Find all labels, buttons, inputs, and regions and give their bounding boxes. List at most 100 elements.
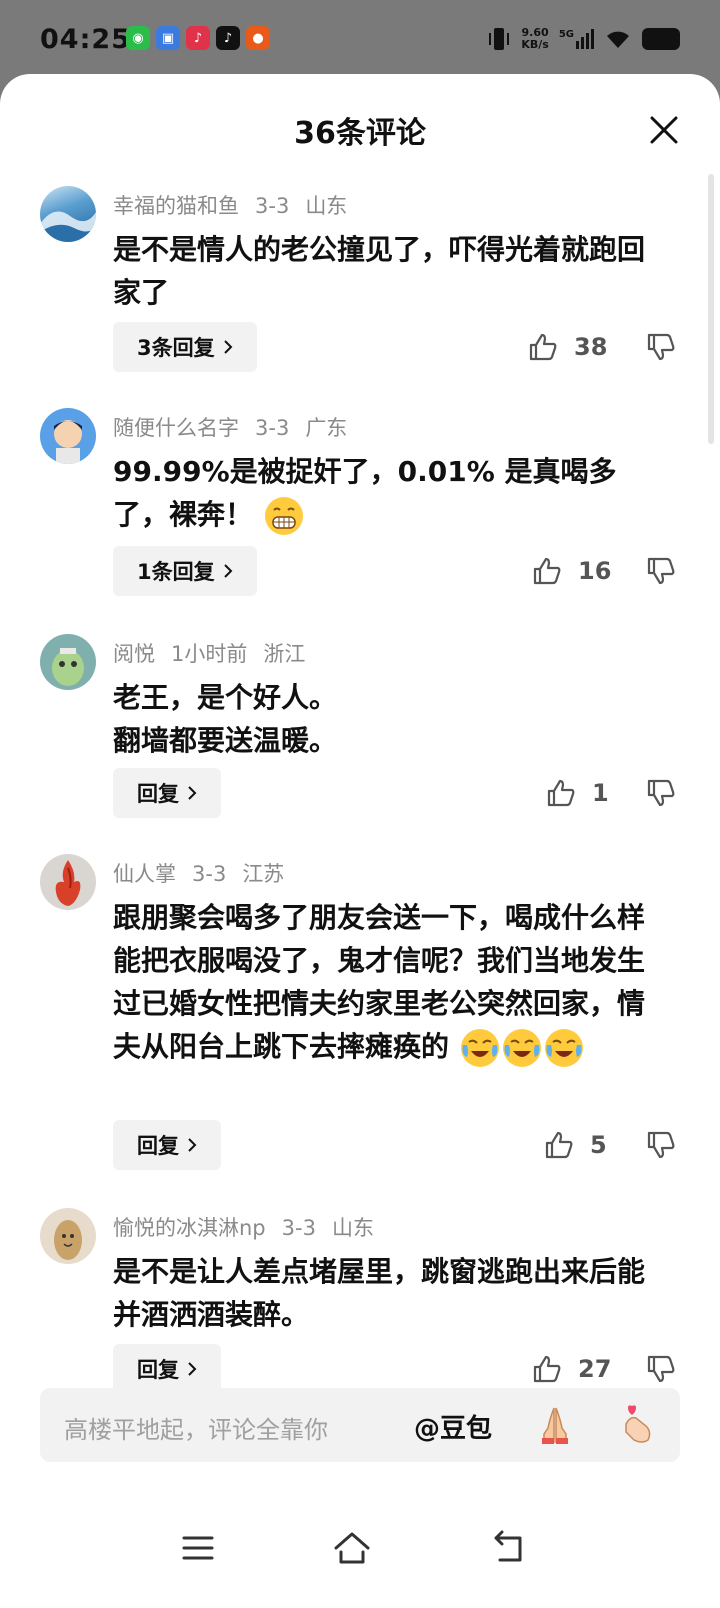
reply-label: 回复: [137, 1134, 179, 1158]
tears-of-joy-emoji-icon: [502, 1029, 541, 1067]
comments-title: 36条评论: [294, 116, 426, 151]
thumb-down-icon[interactable]: [646, 778, 676, 808]
comment-text: 是不是情人的老公撞见了，吓得光着就跑回家了: [113, 233, 646, 309]
thumb-up-icon: [533, 557, 561, 585]
like-count: 38: [574, 333, 608, 361]
status-time: 04:25: [40, 24, 131, 55]
thumb-up-icon: [529, 333, 557, 361]
vibrate-icon: [489, 28, 510, 50]
comment-item: 愉悦的冰淇淋np 3-3 山东 是不是让人差点堵屋里，跳窗逃跑出来后能并酒洒酒装醉。…: [0, 1208, 720, 1408]
chevron-right-icon: [188, 1362, 197, 1376]
comment-item: 阅悦 1小时前 浙江 老王，是个好人。 翻墙都要送温暖。 回复 1: [0, 634, 720, 834]
tears-of-joy-emoji-icon: [544, 1029, 583, 1067]
comment-region: 浙江: [263, 642, 306, 666]
back-icon[interactable]: [488, 1528, 528, 1568]
tiktok-icon: ♪: [216, 26, 240, 50]
like-count: 16: [578, 557, 612, 585]
comment-item: 随便什么名字 3-3 广东 99.99%是被捉奸了，0.01% 是真喝多了，裸奔！ …: [0, 408, 720, 618]
comment-input[interactable]: 高楼平地起，评论全靠你 @豆包: [40, 1388, 680, 1462]
game-icon: ●: [246, 26, 270, 50]
battery-icon: [642, 28, 680, 50]
comment-region: 广东: [305, 416, 348, 440]
chevron-right-icon: [223, 564, 233, 578]
cell-signal-icon: 5G: [559, 29, 594, 49]
reply-label: 回复: [137, 1358, 179, 1382]
reply-label: 1条回复: [137, 560, 215, 584]
finger-heart-icon[interactable]: [616, 1402, 660, 1446]
reply-button[interactable]: 回复: [113, 1344, 221, 1394]
comment-list[interactable]: 幸福的猫和鱼 3-3 山东 是不是情人的老公撞见了，吓得光着就跑回家了 3条回复 3…: [0, 182, 720, 1482]
reply-label: 回复: [137, 782, 179, 806]
close-icon[interactable]: [648, 114, 680, 146]
tears-of-joy-emoji-icon: [460, 1029, 499, 1067]
network-type: 5G: [558, 29, 574, 40]
comment-date: 1小时前: [171, 642, 248, 666]
thumb-down-icon[interactable]: [646, 556, 676, 586]
reply-button[interactable]: 1条回复: [113, 546, 257, 596]
comment-username[interactable]: 随便什么名字: [113, 416, 239, 440]
mention-button[interactable]: @豆包: [414, 1408, 492, 1445]
comment-text: 跟朋聚会喝多了朋友会送一下，喝成什么样能把衣服喝没了，鬼才信呢？我们当地发生过已…: [113, 896, 653, 1069]
thumb-up-icon: [547, 779, 575, 807]
chevron-right-icon: [188, 786, 197, 800]
chevron-right-icon: [223, 340, 233, 354]
like-count: 5: [590, 1131, 607, 1159]
avatar[interactable]: [40, 634, 96, 690]
comment-username[interactable]: 愉悦的冰淇淋np: [113, 1216, 266, 1240]
avatar[interactable]: [40, 186, 96, 242]
avatar[interactable]: [40, 854, 96, 910]
like-button[interactable]: 16: [532, 556, 611, 586]
sheet-header: 36条评论: [0, 74, 720, 184]
comment-meta: 阅悦 1小时前 浙江: [113, 638, 321, 668]
reply-button[interactable]: 回复: [113, 768, 221, 818]
comment-item: 幸福的猫和鱼 3-3 山东 是不是情人的老公撞见了，吓得光着就跑回家了 3条回复 3…: [0, 186, 720, 386]
comment-meta: 幸福的猫和鱼 3-3 山东: [113, 190, 363, 220]
menu-icon[interactable]: [178, 1528, 218, 1568]
chevron-right-icon: [188, 1138, 197, 1152]
comment-date: 3-3: [281, 1216, 316, 1240]
app-icon: ▣: [156, 26, 180, 50]
net-speed: 9.60 KB/s: [521, 27, 548, 51]
comment-username[interactable]: 幸福的猫和鱼: [113, 194, 239, 218]
comment-text: 99.99%是被捉奸了，0.01% 是真喝多了，裸奔！: [113, 450, 653, 537]
comment-username[interactable]: 阅悦: [113, 642, 155, 666]
comment-text-line: 老王，是个好人。: [113, 681, 338, 714]
comment-username[interactable]: 仙人掌: [113, 862, 176, 886]
comment-region: 山东: [305, 194, 348, 218]
comment-meta: 随便什么名字 3-3 广东: [113, 412, 363, 442]
praying-hands-icon[interactable]: [534, 1404, 576, 1446]
like-button[interactable]: 1: [546, 778, 609, 808]
thumb-down-icon[interactable]: [646, 1130, 676, 1160]
grin-emoji-icon: [264, 497, 303, 535]
like-count: 27: [578, 1355, 612, 1383]
avatar[interactable]: [40, 408, 96, 464]
thumb-up-icon: [545, 1131, 573, 1159]
reply-button[interactable]: 3条回复: [113, 322, 257, 372]
comment-text-line: 翻墙都要送温暖。: [113, 724, 338, 757]
comment-date: 3-3: [255, 416, 290, 440]
like-button[interactable]: 27: [532, 1354, 611, 1384]
comment-item: 仙人掌 3-3 江苏 跟朋聚会喝多了朋友会送一下，喝成什么样能把衣服喝没了，鬼才信呢…: [0, 854, 720, 1194]
wifi-icon: [607, 31, 629, 48]
comment-meta: 愉悦的冰淇淋np 3-3 山东: [113, 1212, 390, 1242]
wechat-icon: ◉: [126, 26, 150, 50]
comments-sheet: 36条评论 幸福的猫和鱼 3-3 山东 是不是情人的老公撞见了，吓得光着就跑回家了 …: [0, 74, 720, 1608]
comment-region: 江苏: [242, 862, 285, 886]
comment-input-placeholder: 高楼平地起，评论全靠你: [64, 1416, 328, 1444]
system-nav-bar: [0, 1494, 720, 1608]
thumb-down-icon[interactable]: [646, 332, 676, 362]
reply-button[interactable]: 回复: [113, 1120, 221, 1170]
reply-label: 3条回复: [137, 336, 215, 360]
net-speed-unit: KB/s: [521, 38, 549, 51]
like-button[interactable]: 38: [528, 332, 607, 362]
status-right: 9.60 KB/s 5G: [487, 26, 680, 52]
comment-date: 3-3: [255, 194, 290, 218]
like-count: 1: [592, 779, 609, 807]
tiktok-lite-icon: ♪: [186, 26, 210, 50]
comment-text: 是不是让人差点堵屋里，跳窗逃跑出来后能并酒洒酒装醉。: [113, 1255, 646, 1331]
thumb-down-icon[interactable]: [646, 1354, 676, 1384]
home-icon[interactable]: [332, 1528, 372, 1568]
avatar[interactable]: [40, 1208, 96, 1264]
like-button[interactable]: 5: [544, 1130, 607, 1160]
status-app-icons: ◉ ▣ ♪ ♪ ●: [126, 26, 270, 50]
